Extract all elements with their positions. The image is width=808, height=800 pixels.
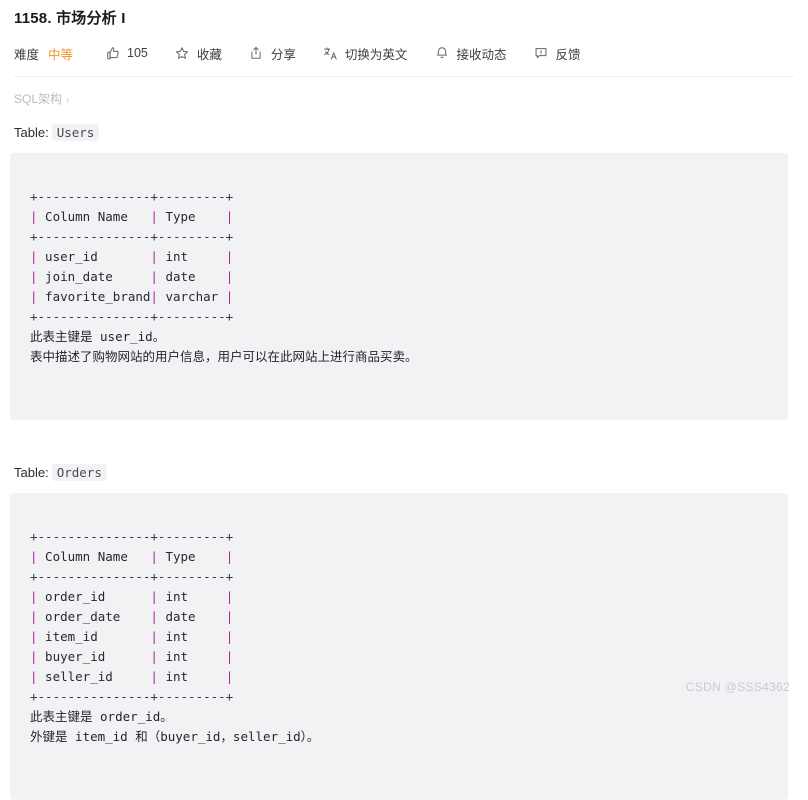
table-note: 此表主键是 order_id。 xyxy=(30,709,173,724)
favorite-button[interactable]: 收藏 xyxy=(175,44,222,63)
toolbar-divider xyxy=(14,76,794,77)
watermark: CSDN @SSS4362 xyxy=(685,680,790,694)
share-button[interactable]: 分享 xyxy=(249,44,296,63)
ascii-header-row: | Column Name | Type | xyxy=(30,549,234,564)
feedback-button[interactable]: 反馈 xyxy=(533,44,580,63)
star-icon xyxy=(175,46,190,61)
table-caption-prefix: Table: xyxy=(14,125,49,140)
ascii-data-row: | seller_id | int | xyxy=(30,669,234,684)
ascii-rule-bottom: +---------------+---------+ xyxy=(30,309,234,324)
ascii-data-row: | order_date | date | xyxy=(30,609,234,624)
ascii-data-row: | favorite_brand| varchar | xyxy=(30,289,234,304)
ascii-header-row: | Column Name | Type | xyxy=(30,209,234,224)
feedback-label: 反馈 xyxy=(555,47,581,62)
translate-icon xyxy=(323,46,338,61)
table-caption-prefix: Table: xyxy=(14,465,49,480)
table-name-users: Users xyxy=(51,124,100,141)
table-caption-orders: Table: Orders xyxy=(10,464,798,482)
table-note: 此表主键是 user_id。 xyxy=(30,329,166,344)
share-icon xyxy=(249,46,264,61)
bell-icon xyxy=(434,46,449,61)
subscribe-button[interactable]: 接收动态 xyxy=(434,44,506,63)
table-caption-users: Table: Users xyxy=(10,124,798,142)
page-title: 1158. 市场分析 I xyxy=(14,10,126,27)
comment-icon xyxy=(533,46,548,61)
chevron-right-icon: › xyxy=(66,95,70,106)
problem-toolbar: 难度 中等 105 收藏 分享 切换为英文 接收动态 反馈 xyxy=(10,39,798,67)
ascii-rule-top: +---------------+---------+ xyxy=(30,189,234,204)
difficulty-value: 中等 xyxy=(48,47,74,62)
difficulty-label: 难度 xyxy=(14,47,40,62)
ascii-rule-mid: +---------------+---------+ xyxy=(30,569,234,584)
subscribe-label: 接收动态 xyxy=(456,47,507,62)
ascii-rule-bottom: +---------------+---------+ xyxy=(30,689,234,704)
table-note: 表中描述了购物网站的用户信息，用户可以在此网站上进行商品买卖。 xyxy=(30,349,418,364)
thumbs-up-icon xyxy=(105,46,120,61)
ascii-data-row: | user_id | int | xyxy=(30,249,234,264)
schema-codeblock-orders: +---------------+---------+ | Column Name… xyxy=(10,493,788,800)
favorite-label: 收藏 xyxy=(196,47,222,62)
ascii-data-row: | buyer_id | int | xyxy=(30,649,234,664)
table-name-orders: Orders xyxy=(51,464,107,481)
share-label: 分享 xyxy=(270,47,296,62)
ascii-data-row: | order_id | int | xyxy=(30,589,234,604)
translate-label: 切换为英文 xyxy=(344,47,408,62)
ascii-rule-top: +---------------+---------+ xyxy=(30,529,234,544)
table-note: 外键是 item_id 和（buyer_id，seller_id）。 xyxy=(30,729,320,744)
like-button[interactable]: 105 xyxy=(105,46,148,61)
translate-button[interactable]: 切换为英文 xyxy=(323,44,408,63)
breadcrumb-item-sql-schema[interactable]: SQL架构 xyxy=(14,92,62,106)
ascii-data-row: | item_id | int | xyxy=(30,629,234,644)
schema-codeblock-users: +---------------+---------+ | Column Name… xyxy=(10,153,788,420)
ascii-data-row: | join_date | date | xyxy=(30,269,234,284)
ascii-rule-mid: +---------------+---------+ xyxy=(30,229,234,244)
difficulty-indicator: 难度 中等 xyxy=(14,44,73,63)
breadcrumb[interactable]: SQL架构 › xyxy=(10,91,798,109)
like-count: 105 xyxy=(127,46,148,60)
